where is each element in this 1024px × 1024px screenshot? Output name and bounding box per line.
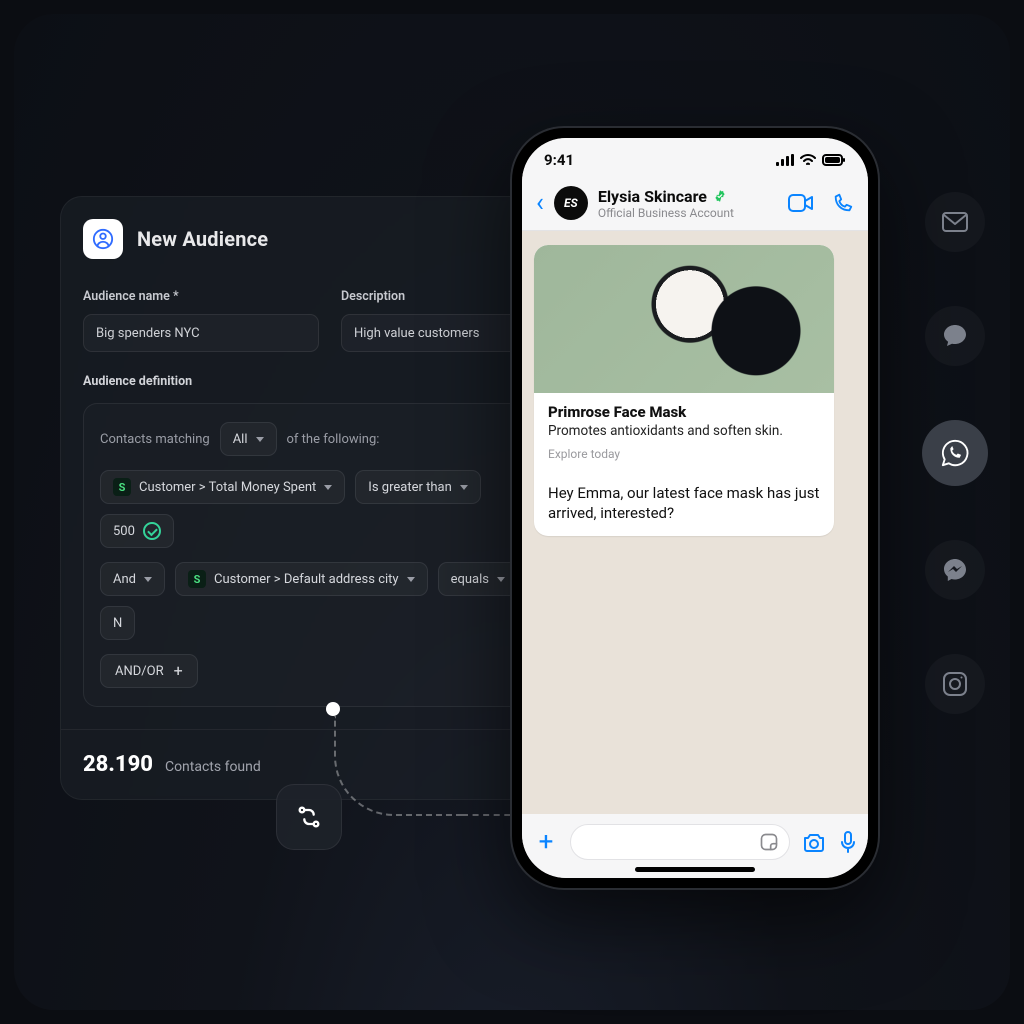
channel-instagram[interactable] <box>925 654 985 714</box>
chevron-down-icon <box>460 485 468 490</box>
add-condition-button[interactable]: AND/OR + <box>100 654 198 688</box>
status-icons <box>776 154 846 166</box>
sticker-icon[interactable] <box>759 832 779 852</box>
battery-icon <box>822 154 846 166</box>
back-button[interactable]: ‹ <box>536 190 544 216</box>
chat-area: Primrose Face Mask Promotes antioxidants… <box>522 231 868 814</box>
camera-icon[interactable] <box>802 832 826 852</box>
channel-email[interactable] <box>925 192 985 252</box>
channel-whatsapp[interactable] <box>922 420 988 486</box>
canvas: New Audience Audience name * Description… <box>14 14 1010 1010</box>
voice-call-icon[interactable] <box>832 192 854 214</box>
message-input[interactable] <box>570 824 790 860</box>
avatar[interactable]: ES <box>554 186 588 220</box>
rule2-attribute-value: Customer > Default address city <box>214 572 399 587</box>
status-bar: 9:41 <box>522 138 868 182</box>
audience-name-input[interactable] <box>83 314 319 352</box>
chevron-down-icon <box>497 577 505 582</box>
matching-suffix: of the following: <box>287 432 380 447</box>
mic-icon[interactable] <box>840 831 856 853</box>
check-circle-icon <box>143 522 161 540</box>
message-bubble[interactable]: Primrose Face Mask Promotes antioxidants… <box>534 245 834 536</box>
rule2-join-value: And <box>113 572 136 587</box>
rule2-operator-value: equals <box>451 572 489 587</box>
message-text: Hey Emma, our latest face mask has just … <box>534 473 834 536</box>
audience-definition-label: Audience definition <box>83 374 577 389</box>
matching-prefix: Contacts matching <box>100 432 210 447</box>
chevron-down-icon <box>256 437 264 442</box>
chat-title-block[interactable]: Elysia Skincare Official Business Accoun… <box>598 187 778 220</box>
shopify-icon: S <box>113 478 131 496</box>
channel-rail <box>922 192 988 714</box>
contacts-count: 28.190 <box>83 752 153 777</box>
attach-button[interactable]: + <box>534 829 558 855</box>
audience-definition-box: Contacts matching All of the following: … <box>83 403 577 707</box>
rule2-value: N <box>113 616 122 631</box>
status-time: 9:41 <box>544 151 574 169</box>
channel-messenger[interactable] <box>925 540 985 600</box>
shopify-icon: S <box>188 570 206 588</box>
card-cta: Explore today <box>548 447 820 461</box>
rule1-operator-select[interactable]: Is greater than <box>355 470 480 504</box>
audience-title: New Audience <box>137 227 268 251</box>
rule1-value-input[interactable]: 500 <box>100 514 174 548</box>
cellular-icon <box>776 154 794 166</box>
contacts-label: Contacts found <box>165 759 261 775</box>
rule2-join-select[interactable]: And <box>100 562 165 596</box>
rule1-operator-value: Is greater than <box>368 480 451 495</box>
phone-screen: 9:41 ‹ ES Elysia Skincare <box>522 138 868 878</box>
avatar-initials: ES <box>564 196 578 210</box>
matching-mode-select[interactable]: All <box>220 422 277 456</box>
chevron-down-icon <box>324 485 332 490</box>
rule2-attribute-select[interactable]: S Customer > Default address city <box>175 562 428 596</box>
audience-header: New Audience <box>83 219 577 259</box>
matching-mode-value: All <box>233 432 248 447</box>
chevron-down-icon <box>407 577 415 582</box>
channel-sms[interactable] <box>925 306 985 366</box>
rule1-value: 500 <box>113 524 135 539</box>
video-call-icon[interactable] <box>788 194 814 212</box>
wifi-icon <box>800 154 816 166</box>
verified-icon <box>713 189 727 203</box>
audience-name-label: Audience name * <box>83 289 319 304</box>
chat-subtitle: Official Business Account <box>598 206 778 220</box>
home-indicator <box>635 867 755 872</box>
flow-hub-icon <box>276 784 342 850</box>
connector-dot <box>326 702 340 716</box>
phone-frame: 9:41 ‹ ES Elysia Skincare <box>510 126 880 890</box>
product-image <box>534 245 834 393</box>
card-description: Promotes antioxidants and soften skin. <box>548 423 820 439</box>
rule1-attribute-select[interactable]: S Customer > Total Money Spent <box>100 470 345 504</box>
plus-icon: + <box>174 663 183 679</box>
chevron-down-icon <box>144 577 152 582</box>
rule2-value-input[interactable]: N <box>100 606 135 640</box>
audience-icon <box>83 219 123 259</box>
rule1-attribute-value: Customer > Total Money Spent <box>139 480 316 495</box>
rule2-operator-select[interactable]: equals <box>438 562 518 596</box>
card-title: Primrose Face Mask <box>548 403 820 421</box>
add-condition-label: AND/OR <box>115 664 164 679</box>
chat-header: ‹ ES Elysia Skincare Official Business A… <box>522 182 868 231</box>
chat-name: Elysia Skincare <box>598 187 707 206</box>
